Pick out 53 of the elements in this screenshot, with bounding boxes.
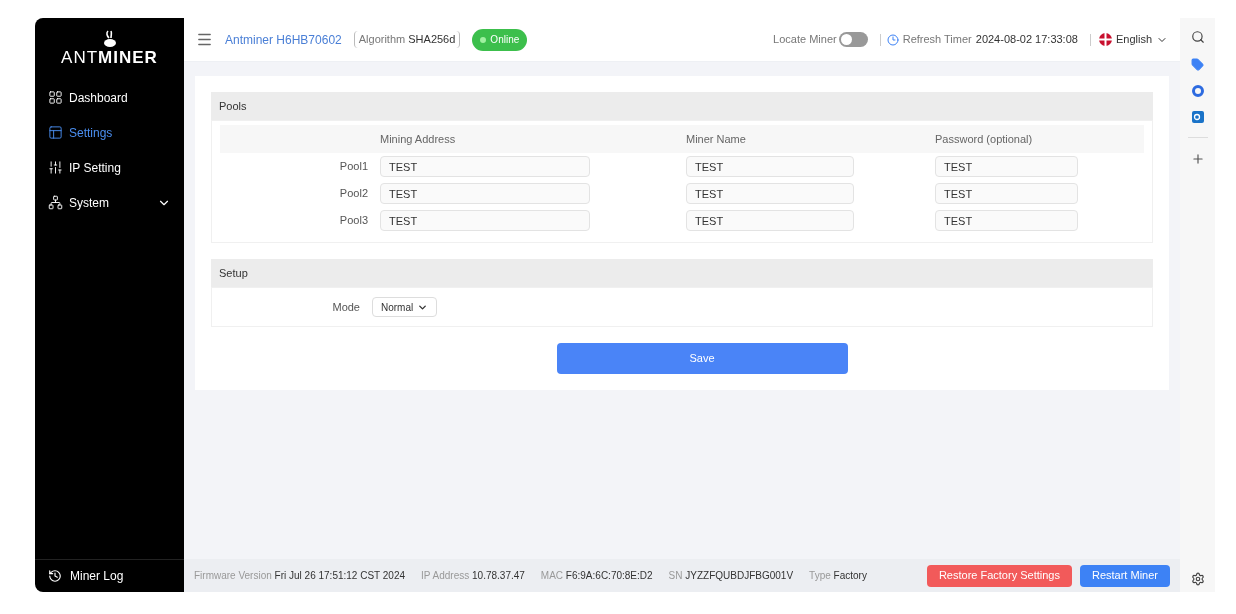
timer-icon: [886, 33, 899, 46]
text-field[interactable]: TEST: [380, 183, 590, 204]
algorithm-tag: Algorithm SHA256d: [353, 31, 461, 48]
mode-select[interactable]: Normal: [372, 297, 438, 317]
locate-label: Locate Miner: [773, 32, 837, 48]
text-field[interactable]: TEST: [935, 156, 1078, 177]
text-field[interactable]: TEST: [935, 183, 1078, 204]
text-field[interactable]: TEST: [686, 183, 854, 204]
column-header: Password (optional): [935, 131, 1033, 147]
nav-item[interactable]: IP Setting: [35, 150, 184, 185]
refresh-label: Refresh Timer: [902, 32, 972, 48]
setup-header: Setup: [211, 259, 1153, 287]
ant-logo-icon: [101, 30, 118, 48]
text-field[interactable]: TEST: [686, 156, 854, 177]
nav-item[interactable]: Settings: [35, 115, 184, 150]
pool-label: Pool3: [339, 213, 369, 229]
network-icon: [48, 195, 63, 210]
panel-icon: [48, 125, 63, 140]
nav-item[interactable]: System: [35, 185, 184, 220]
log-icon: [48, 569, 62, 583]
text-field[interactable]: TEST: [686, 210, 854, 231]
status-item: IP Address 10.78.37.47: [421, 569, 525, 583]
pool-label: Pool1: [339, 159, 369, 175]
status-item: Firmware Version Fri Jul 26 17:51:12 CST 2024: [194, 569, 406, 583]
language-select[interactable]: English: [1098, 31, 1168, 48]
status-badge: Online: [472, 28, 528, 51]
miner-name: Antminer H6HB70602: [225, 31, 342, 49]
settings-icon[interactable]: [1190, 572, 1205, 586]
save-button[interactable]: Save: [556, 343, 848, 374]
restart-button[interactable]: Restart Miner: [1079, 564, 1170, 587]
column-header: Mining Address: [380, 131, 456, 147]
sliders-icon: [48, 160, 63, 175]
text-field[interactable]: TEST: [935, 210, 1078, 231]
nav-item[interactable]: Dashboard: [35, 80, 184, 115]
refresh-time: 2024-08-02 17:33:08: [975, 32, 1078, 48]
brand-logo: ANTMINER: [61, 48, 158, 68]
add-icon[interactable]: [1190, 152, 1205, 166]
search-icon[interactable]: [1190, 30, 1205, 44]
grid-icon: [48, 90, 63, 105]
tag-icon[interactable]: [1191, 58, 1204, 71]
status-item: Type Factory: [809, 569, 867, 583]
flag-icon: [1098, 33, 1112, 46]
pool-label: Pool2: [339, 186, 369, 202]
text-field[interactable]: TEST: [380, 156, 590, 177]
status-item: MAC F6:9A:6C:70:8E:D2: [540, 569, 653, 583]
text-field[interactable]: TEST: [380, 210, 590, 231]
mode-label: Mode: [331, 299, 361, 315]
menu-icon[interactable]: [196, 31, 213, 48]
status-item: SN JYZZFQUBDJFBG001V: [668, 569, 794, 583]
locate-toggle[interactable]: [838, 32, 868, 47]
column-header: Miner Name: [686, 131, 746, 147]
pools-header: Pools: [211, 92, 1153, 120]
ring-icon[interactable]: [1191, 85, 1204, 97]
